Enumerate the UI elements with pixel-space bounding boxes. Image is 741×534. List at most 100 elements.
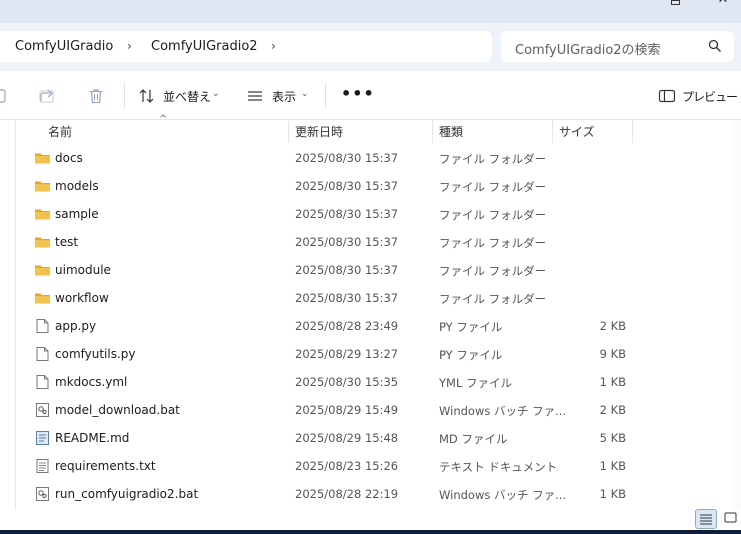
- folder-icon: [35, 237, 50, 248]
- file-row[interactable]: requirements.txt 2025/08/23 15:26 テキスト ドキュ…: [16, 453, 716, 481]
- breadcrumb[interactable]: ComfyUIGradio › ComfyUIGradio2 ›: [0, 31, 492, 62]
- command-bar: 並べ替え ⌄ 表示 ⌄ ••• プレビュー: [0, 71, 741, 120]
- file-date: 2025/08/29 13:27: [295, 347, 399, 361]
- file-row[interactable]: workflow 2025/08/30 15:37 ファイル フォルダー: [16, 285, 716, 313]
- file-icon: [36, 347, 49, 361]
- file-date: 2025/08/29 15:48: [295, 431, 399, 445]
- markdown-file-icon: [36, 431, 49, 445]
- file-row[interactable]: mkdocs.yml 2025/08/30 15:35 YML ファイル 1 KB: [16, 369, 716, 397]
- command-separator: [325, 83, 326, 108]
- file-type: ファイル フォルダー: [439, 292, 547, 306]
- search-icon[interactable]: [708, 39, 722, 53]
- more-options-button[interactable]: •••: [341, 84, 375, 103]
- file-size: 9 KB: [599, 347, 626, 361]
- column-divider[interactable]: [632, 120, 633, 143]
- column-divider[interactable]: [288, 120, 289, 143]
- file-size: 5 KB: [599, 431, 626, 445]
- file-list: ^ 名前 更新日時 種類 サイズ docs 2025/08/30 15:37 ファイ…: [15, 114, 741, 510]
- file-name[interactable]: model_download.bat: [55, 403, 180, 417]
- file-type: ファイル フォルダー: [439, 264, 547, 278]
- file-row[interactable]: model_download.bat 2025/08/29 15:49 Window…: [16, 397, 716, 425]
- title-bar: ✕: [0, 0, 741, 23]
- sort-button[interactable]: 並べ替え: [163, 88, 211, 105]
- column-divider[interactable]: [432, 120, 433, 143]
- maximize-button[interactable]: [671, 0, 680, 5]
- breadcrumb-item-root[interactable]: ComfyUIGradio: [15, 39, 113, 54]
- file-name[interactable]: test: [55, 235, 78, 249]
- sort-icon[interactable]: [138, 87, 156, 105]
- file-size: 2 KB: [599, 403, 626, 417]
- file-icon: [36, 319, 49, 333]
- file-date: 2025/08/30 15:35: [295, 375, 399, 389]
- details-view-icon: [700, 514, 712, 525]
- file-type: MD ファイル: [439, 432, 508, 446]
- delete-icon[interactable]: [87, 87, 105, 105]
- file-name[interactable]: app.py: [55, 319, 96, 333]
- file-date: 2025/08/28 22:19: [295, 487, 399, 501]
- file-date: 2025/08/30 15:37: [295, 291, 399, 305]
- file-row[interactable]: test 2025/08/30 15:37 ファイル フォルダー: [16, 229, 716, 257]
- folder-icon: [35, 209, 50, 220]
- copy-icon[interactable]: [0, 87, 10, 105]
- file-name[interactable]: mkdocs.yml: [55, 375, 127, 389]
- file-row[interactable]: uimodule 2025/08/30 15:37 ファイル フォルダー: [16, 257, 716, 285]
- folder-icon: [35, 265, 50, 276]
- share-icon[interactable]: [38, 87, 56, 105]
- close-button[interactable]: ✕: [716, 0, 730, 6]
- vertical-scrollbar[interactable]: [733, 120, 741, 510]
- file-row[interactable]: comfyutils.py 2025/08/29 13:27 PY ファイル 9 KB: [16, 341, 716, 369]
- file-name[interactable]: models: [55, 179, 99, 193]
- file-name[interactable]: README.md: [55, 431, 129, 445]
- search-input[interactable]: ComfyUIGradio2の検索: [501, 31, 734, 62]
- file-type: Windows バッチ ファ...: [439, 488, 567, 502]
- file-type: ファイル フォルダー: [439, 152, 547, 166]
- text-file-icon: [36, 459, 49, 473]
- column-header-date[interactable]: 更新日時: [295, 123, 343, 140]
- file-icon: [36, 375, 49, 389]
- large-icons-view-button[interactable]: [720, 509, 741, 529]
- file-row[interactable]: app.py 2025/08/28 23:49 PY ファイル 2 KB: [16, 313, 716, 341]
- batch-file-icon: [36, 487, 49, 501]
- chevron-down-icon[interactable]: ⌄: [301, 89, 309, 99]
- file-date: 2025/08/23 15:26: [295, 459, 399, 473]
- column-header-name[interactable]: 名前: [48, 123, 72, 140]
- view-button[interactable]: 表示: [272, 88, 296, 105]
- file-row[interactable]: README.md 2025/08/29 15:48 MD ファイル 5 KB: [16, 425, 716, 453]
- column-header-size[interactable]: サイズ: [559, 123, 595, 140]
- taskbar-edge: [0, 530, 741, 534]
- file-name[interactable]: requirements.txt: [55, 459, 156, 473]
- file-date: 2025/08/28 23:49: [295, 319, 399, 333]
- column-divider[interactable]: [552, 120, 553, 143]
- file-name[interactable]: docs: [55, 151, 83, 165]
- sort-ascending-icon: ^: [159, 114, 168, 125]
- folder-icon: [35, 293, 50, 304]
- file-row[interactable]: run_comfyuigradio2.bat 2025/08/28 22:19 Wi…: [16, 481, 716, 509]
- file-name[interactable]: comfyutils.py: [55, 347, 136, 361]
- file-type: PY ファイル: [439, 320, 503, 334]
- file-row[interactable]: sample 2025/08/30 15:37 ファイル フォルダー: [16, 201, 716, 229]
- file-size: 1 KB: [599, 375, 626, 389]
- breadcrumb-separator[interactable]: ›: [271, 39, 276, 53]
- preview-pane-icon[interactable]: [658, 87, 676, 105]
- file-date: 2025/08/30 15:37: [295, 207, 399, 221]
- folder-icon: [35, 181, 50, 192]
- file-name[interactable]: uimodule: [55, 263, 111, 277]
- details-view-button[interactable]: [695, 509, 717, 529]
- file-size: 2 KB: [599, 319, 626, 333]
- file-size: 1 KB: [599, 487, 626, 501]
- breadcrumb-separator[interactable]: ›: [127, 39, 132, 53]
- chevron-down-icon[interactable]: ⌄: [212, 89, 220, 99]
- file-type: テキスト ドキュメント: [439, 460, 558, 474]
- file-date: 2025/08/30 15:37: [295, 235, 399, 249]
- file-row[interactable]: docs 2025/08/30 15:37 ファイル フォルダー: [16, 145, 716, 173]
- batch-file-icon: [36, 403, 49, 417]
- file-type: PY ファイル: [439, 348, 503, 362]
- file-name[interactable]: sample: [55, 207, 99, 221]
- breadcrumb-item-current[interactable]: ComfyUIGradio2: [151, 39, 258, 54]
- file-name[interactable]: run_comfyuigradio2.bat: [55, 487, 198, 501]
- column-header-type[interactable]: 種類: [439, 123, 463, 140]
- file-row[interactable]: models 2025/08/30 15:37 ファイル フォルダー: [16, 173, 716, 201]
- file-name[interactable]: workflow: [55, 291, 109, 305]
- preview-button[interactable]: プレビュー: [682, 88, 738, 105]
- view-icon[interactable]: [246, 87, 264, 105]
